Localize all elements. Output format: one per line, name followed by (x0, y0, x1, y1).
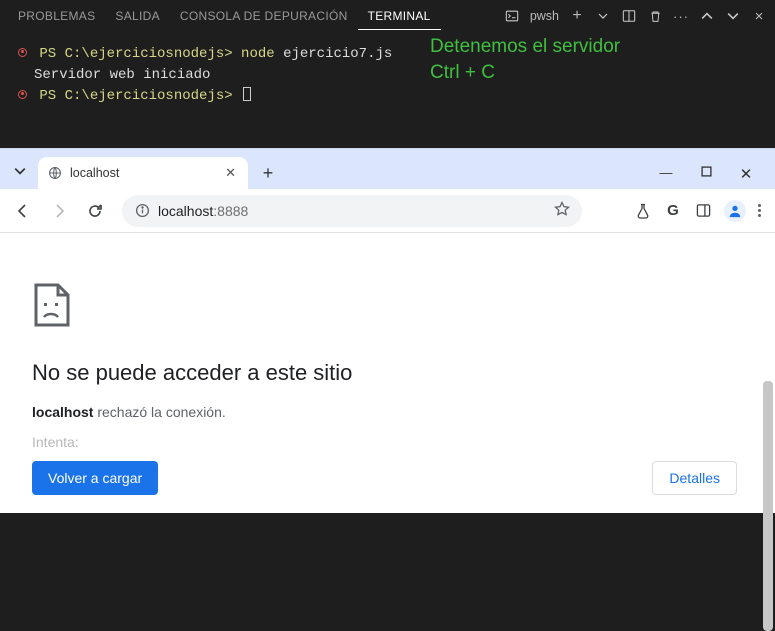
terminal-cursor (243, 87, 251, 101)
annotation-overlay: Detenemos el servidor Ctrl + C (430, 34, 620, 85)
tab-search-dropdown[interactable] (8, 159, 32, 183)
error-suggestions: Intenta: (32, 434, 743, 450)
panel-chevron-down-icon[interactable] (725, 8, 741, 24)
reload-page-button[interactable]: Volver a cargar (32, 461, 158, 495)
window-close-icon[interactable]: ✕ (733, 165, 759, 183)
prompt: PS C:\ejerciciosnodejs> (39, 46, 232, 62)
scrollbar-thumb[interactable] (763, 381, 773, 631)
error-indicator-icon (18, 48, 27, 57)
terminal-line: Servidor web iniciado (18, 65, 757, 86)
panel-actions: pwsh + ··· × (504, 8, 767, 24)
window-controls: — ✕ (653, 165, 767, 183)
error-sub-text: rechazó la conexión. (93, 404, 225, 420)
shell-launch-icon[interactable] (504, 8, 520, 24)
side-panel-icon[interactable] (694, 202, 712, 220)
profile-avatar[interactable] (724, 200, 746, 222)
panel-tab-problems[interactable]: PROBLEMAS (8, 3, 105, 29)
chrome-browser-window: localhost ✕ + — ✕ localhost:8888 (0, 148, 775, 513)
toolbar-right: G (634, 200, 767, 222)
details-button[interactable]: Detalles (652, 461, 737, 495)
window-maximize-icon[interactable] (693, 165, 719, 183)
annotation-line: Ctrl + C (430, 60, 620, 86)
error-host: localhost (32, 404, 93, 420)
more-actions-icon[interactable]: ··· (673, 8, 689, 24)
sad-file-icon (32, 283, 743, 332)
panel-tab-output[interactable]: SALIDA (105, 3, 170, 29)
browser-tab[interactable]: localhost ✕ (38, 157, 248, 189)
error-indicator-icon (18, 90, 27, 99)
chrome-menu-icon[interactable] (758, 204, 761, 217)
url-host: localhost (158, 203, 213, 219)
tab-title: localhost (70, 166, 119, 180)
window-minimize-icon[interactable]: — (653, 165, 679, 183)
annotation-line: Detenemos el servidor (430, 34, 620, 60)
error-button-row: Volver a cargar Detalles (32, 461, 737, 495)
site-info-icon[interactable] (134, 203, 150, 219)
terminal-line: PS C:\ejerciciosnodejs> (18, 86, 757, 107)
terminal-line: PS C:\ejerciciosnodejs> node ejercicio7.… (18, 44, 757, 65)
kill-terminal-icon[interactable] (647, 8, 663, 24)
prompt: PS C:\ejerciciosnodejs> (39, 88, 232, 104)
globe-icon (48, 166, 62, 180)
panel-tab-bar: PROBLEMAS SALIDA CONSOLA DE DEPURACIÓN T… (0, 0, 775, 32)
address-bar[interactable]: localhost:8888 (122, 195, 582, 227)
error-subtitle: localhost rechazó la conexión. (32, 404, 743, 420)
bookmark-star-icon[interactable] (554, 201, 570, 220)
nav-back-button[interactable] (8, 196, 38, 226)
panel-tab-debug-console[interactable]: CONSOLA DE DEPURACIÓN (170, 3, 358, 29)
stdout-text: Servidor web iniciado (34, 67, 210, 83)
vscode-terminal-panel: PROBLEMAS SALIDA CONSOLA DE DEPURACIÓN T… (0, 0, 775, 125)
tab-close-icon[interactable]: ✕ (223, 165, 238, 181)
error-title: No se puede acceder a este sitio (32, 360, 743, 386)
nav-forward-button[interactable] (44, 196, 74, 226)
panel-chevron-up-icon[interactable] (699, 8, 715, 24)
new-tab-button[interactable]: + (254, 159, 282, 187)
panel-close-icon[interactable]: × (751, 8, 767, 24)
panel-tab-terminal[interactable]: TERMINAL (358, 3, 441, 30)
browser-tab-strip: localhost ✕ + — ✕ (0, 149, 775, 189)
browser-toolbar: localhost:8888 G (0, 189, 775, 233)
page-content: No se puede acceder a este sitio localho… (0, 233, 775, 513)
split-terminal-icon[interactable] (621, 8, 637, 24)
command-arg: ejercicio7.js (283, 46, 392, 62)
google-shortcut-icon[interactable]: G (664, 202, 682, 220)
terminal-output[interactable]: PS C:\ejerciciosnodejs> node ejercicio7.… (0, 32, 775, 125)
extension-labs-icon[interactable] (634, 202, 652, 220)
reload-button[interactable] (80, 196, 110, 226)
command-name: node (241, 46, 275, 62)
shell-name[interactable]: pwsh (530, 9, 559, 23)
terminal-dropdown-icon[interactable] (595, 8, 611, 24)
new-terminal-icon[interactable]: + (569, 8, 585, 24)
url-port: :8888 (213, 203, 248, 219)
